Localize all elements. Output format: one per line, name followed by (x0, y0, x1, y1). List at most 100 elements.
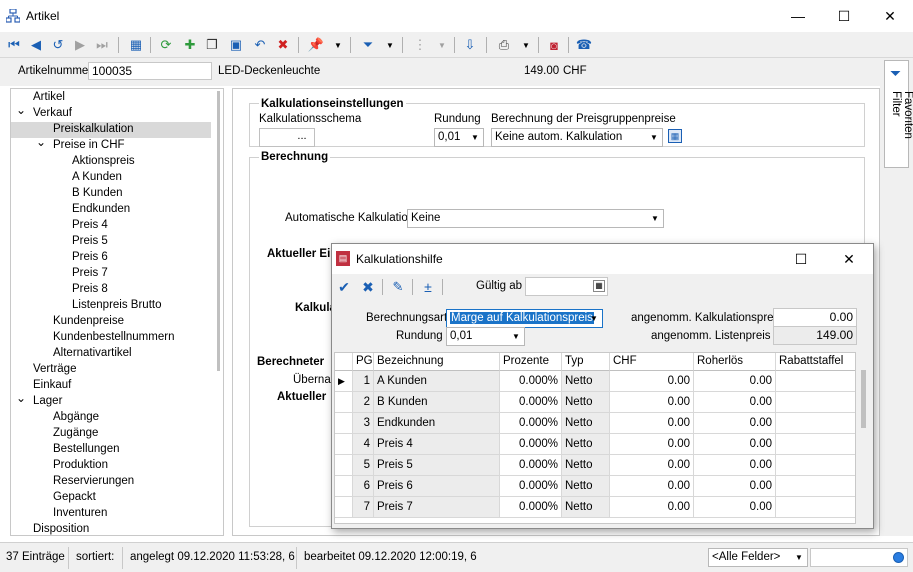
field-select[interactable]: <Alle Felder> ▼ (708, 548, 808, 567)
cell-pg[interactable]: 7 (353, 497, 374, 518)
grid-scrollbar-thumb[interactable] (861, 370, 866, 428)
cell-bezeichnung[interactable]: Endkunden (374, 413, 500, 434)
tree-item[interactable]: Reservierungen (53, 475, 134, 487)
filter-dropdown-icon[interactable]: ▼ (380, 35, 400, 55)
berechnungsart-select[interactable]: Marge auf Kalkulationspreis ▼ (446, 309, 603, 328)
tree-item[interactable]: Abgänge (53, 411, 99, 423)
pin-dropdown-icon[interactable]: ▼ (328, 35, 348, 55)
cell-prozente[interactable]: 0.000% (500, 413, 562, 434)
dialog-close-button[interactable]: ✕ (826, 244, 872, 274)
berechnung-select[interactable]: Keine autom. Kalkulation ▼ (491, 128, 663, 147)
tree-item[interactable]: Produktion (53, 459, 108, 471)
row-indicator[interactable] (335, 434, 353, 455)
export-icon[interactable]: ⇩ (460, 35, 480, 55)
cell-chf[interactable]: 0.00 (610, 371, 694, 392)
favoriten-filter-tab[interactable]: ⏷ Favoriten Filter (884, 60, 913, 168)
cell-bezeichnung[interactable]: A Kunden (374, 371, 500, 392)
cell-rabattstaffel[interactable] (776, 476, 855, 497)
column-header-typ[interactable]: Typ (562, 353, 610, 371)
tree-item[interactable]: Inventuren (53, 507, 107, 519)
row-indicator[interactable] (335, 413, 353, 434)
cell-chf[interactable]: 0.00 (610, 497, 694, 518)
cell-typ[interactable]: Netto (562, 476, 610, 497)
cell-typ[interactable]: Netto (562, 455, 610, 476)
tree-item[interactable]: Gepackt (53, 491, 96, 503)
tree-dropdown-icon[interactable]: ▼ (432, 35, 452, 55)
cell-roherloes[interactable]: 0.00 (694, 497, 776, 518)
calendar-icon[interactable]: ▦ (593, 280, 605, 292)
copy-record-icon[interactable]: ❐ (202, 35, 222, 55)
prev-record-icon[interactable]: ◀ (26, 35, 46, 55)
tree-item[interactable]: Kundenbestellnummern (53, 331, 174, 343)
cell-bezeichnung[interactable]: Preis 5 (374, 455, 500, 476)
tree-item[interactable]: Preiskalkulation (53, 123, 134, 135)
tree-item[interactable]: B Kunden (72, 187, 123, 199)
print-icon[interactable]: ⎙ (494, 35, 514, 55)
cell-prozente[interactable]: 0.000% (500, 497, 562, 518)
cell-chf[interactable]: 0.00 (610, 476, 694, 497)
add-icon[interactable]: ± (418, 277, 438, 297)
kalkpreis-field[interactable]: 0.00 (773, 308, 857, 327)
cell-rabattstaffel[interactable] (776, 497, 855, 518)
tree-expander-icon[interactable]: ⌄ (16, 103, 26, 117)
row-indicator[interactable] (335, 455, 353, 476)
cell-pg[interactable]: 1 (353, 371, 374, 392)
tree-expander-icon[interactable]: ⌄ (36, 135, 46, 149)
table-view-icon[interactable]: ▦ (126, 35, 146, 55)
cell-pg[interactable]: 5 (353, 455, 374, 476)
tree-item[interactable]: Verträge (33, 363, 76, 375)
cell-bezeichnung[interactable]: Preis 6 (374, 476, 500, 497)
print-dropdown-icon[interactable]: ▼ (516, 35, 536, 55)
cell-rabattstaffel[interactable] (776, 392, 855, 413)
column-header-chf[interactable]: CHF (610, 353, 694, 371)
row-indicator[interactable] (335, 476, 353, 497)
cell-typ[interactable]: Netto (562, 371, 610, 392)
cell-chf[interactable]: 0.00 (610, 413, 694, 434)
cell-prozente[interactable]: 0.000% (500, 434, 562, 455)
cell-typ[interactable]: Netto (562, 392, 610, 413)
tree-item[interactable]: Bestellungen (53, 443, 120, 455)
cell-pg[interactable]: 3 (353, 413, 374, 434)
cell-bezeichnung[interactable]: Preis 7 (374, 497, 500, 518)
cell-typ[interactable]: Netto (562, 413, 610, 434)
tree-item[interactable]: Kundenpreise (53, 315, 124, 327)
auto-kalk-select[interactable]: Keine ▼ (407, 209, 664, 228)
cell-roherloes[interactable]: 0.00 (694, 455, 776, 476)
current-row-indicator-icon[interactable]: ▶ (335, 371, 353, 392)
rundung-select[interactable]: 0,01 ▼ (434, 128, 484, 147)
cell-roherloes[interactable]: 0.00 (694, 413, 776, 434)
grid-scrollbar[interactable] (858, 352, 870, 524)
column-header-bezeichnung[interactable]: Bezeichnung (374, 353, 500, 371)
tree-item[interactable]: Endkunden (72, 203, 130, 215)
row-indicator[interactable] (335, 392, 353, 413)
tree-item[interactable]: Preis 6 (72, 251, 108, 263)
tree-item[interactable]: Preis 4 (72, 219, 108, 231)
next-record-icon[interactable]: ▶ (70, 35, 90, 55)
cell-prozente[interactable]: 0.000% (500, 476, 562, 497)
cell-typ[interactable]: Netto (562, 434, 610, 455)
save-icon[interactable]: ▣ (226, 35, 246, 55)
last-record-icon[interactable]: ⏭ (92, 35, 112, 55)
maximize-button[interactable]: ☐ (821, 0, 867, 32)
cell-pg[interactable]: 6 (353, 476, 374, 497)
cell-typ[interactable]: Netto (562, 497, 610, 518)
cell-rabattstaffel[interactable] (776, 371, 855, 392)
close-button[interactable]: ✕ (867, 0, 913, 32)
dialog-rundung-select[interactable]: 0,01 ▼ (446, 327, 525, 346)
minimize-button[interactable]: — (775, 0, 821, 32)
cell-prozente[interactable]: 0.000% (500, 455, 562, 476)
tree-item[interactable]: Artikel (33, 91, 65, 103)
pin-icon[interactable]: 📌 (306, 35, 326, 55)
cell-pg[interactable]: 2 (353, 392, 374, 413)
cell-prozente[interactable]: 0.000% (500, 392, 562, 413)
tree-scrollbar-thumb[interactable] (217, 91, 220, 371)
tree-item[interactable]: Preis 5 (72, 235, 108, 247)
confirm-icon[interactable]: ✔ (334, 277, 354, 297)
artikelnummer-field[interactable]: 100035 (88, 62, 212, 80)
cell-rabattstaffel[interactable] (776, 455, 855, 476)
row-indicator[interactable] (335, 497, 353, 518)
cell-prozente[interactable]: 0.000% (500, 371, 562, 392)
phone-icon[interactable]: ☎ (574, 35, 594, 55)
tree-item[interactable]: Preis 8 (72, 283, 108, 295)
delete-icon[interactable]: ✖ (273, 35, 293, 55)
